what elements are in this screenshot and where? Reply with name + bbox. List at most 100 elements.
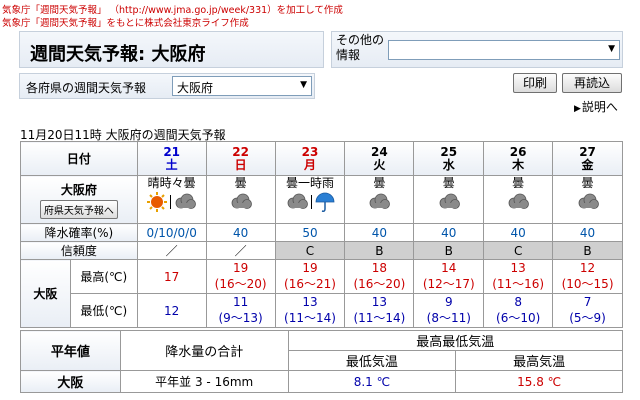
weather-text: 曇 bbox=[373, 176, 386, 190]
min-temp-cell: 11 (9〜13) bbox=[205, 293, 276, 328]
reload-button[interactable]: 再読込 bbox=[562, 73, 622, 93]
min-temp: 11 bbox=[232, 295, 249, 309]
min-temp-cell: 12 bbox=[136, 293, 207, 328]
min-temp-cell: 13 (11〜14) bbox=[344, 293, 415, 328]
cloudy-icon bbox=[508, 193, 530, 209]
other-info-select[interactable]: ▼ bbox=[388, 40, 620, 60]
title-panel: 週間天気予報: 大阪府 bbox=[19, 31, 324, 68]
normals-city: 大阪 bbox=[20, 370, 121, 393]
weather-text: 曇 bbox=[512, 176, 525, 190]
normal-min-value: 8.1 ℃ bbox=[287, 370, 457, 393]
min-temp-range: (11〜14) bbox=[353, 311, 406, 325]
day-name: 日 bbox=[234, 157, 247, 172]
min-temp-range: (6〜10) bbox=[496, 311, 541, 325]
min-temp: 8 bbox=[514, 295, 522, 309]
day-name: 金 bbox=[581, 157, 594, 172]
day-number: 27 bbox=[579, 144, 596, 159]
day-number: 25 bbox=[440, 144, 458, 159]
min-temp-range: (8〜11) bbox=[426, 311, 471, 325]
precip-value: 40 bbox=[552, 223, 623, 242]
forecast-table: 日付 21 土 22 日 23 月 24 火 25 水 26 木 27 金 大阪府 府県天気予… bbox=[20, 141, 623, 328]
normal-precip-value: 平年並 3 - 16mm bbox=[119, 370, 289, 393]
day-number: 23 bbox=[301, 144, 319, 159]
day-name: 木 bbox=[512, 157, 525, 172]
day-name: 土 bbox=[165, 157, 178, 172]
max-temp: 18 bbox=[371, 261, 388, 275]
min-temp: 12 bbox=[164, 303, 180, 318]
min-temp-cell: 13 (11〜14) bbox=[274, 293, 346, 328]
precip-label: 降水確率(%) bbox=[20, 223, 138, 242]
region-cell: 大阪府 府県天気予報へ bbox=[20, 175, 138, 224]
other-info-label: その他の情報 bbox=[336, 33, 385, 62]
chevron-down-icon: ▼ bbox=[300, 80, 307, 90]
precip-value: 40 bbox=[413, 223, 485, 242]
max-temp-range: (16〜20) bbox=[214, 277, 267, 291]
region-name: 大阪府 bbox=[60, 182, 97, 197]
reliability-value: ／ bbox=[205, 241, 276, 260]
precip-value: 50 bbox=[274, 223, 346, 242]
max-temp: 19 bbox=[302, 261, 318, 275]
min-temp: 13 bbox=[302, 295, 318, 309]
weather-text: 曇 bbox=[442, 176, 455, 190]
date-header: 日付 bbox=[20, 141, 138, 176]
day-number: 21 bbox=[163, 144, 181, 159]
min-temp-cell: 8 (6〜10) bbox=[483, 293, 554, 328]
max-temp-range: (16〜20) bbox=[353, 277, 406, 291]
page-title: 週間天気予報: 大阪府 bbox=[30, 44, 206, 65]
max-temp-cell: 18 (16〜20) bbox=[344, 259, 415, 294]
reliability-value: B bbox=[552, 241, 623, 260]
min-temp-cell: 9 (8〜11) bbox=[413, 293, 485, 328]
min-temp: 7 bbox=[583, 295, 592, 309]
normal-max-label: 最高気温 bbox=[455, 350, 623, 371]
print-button[interactable]: 印刷 bbox=[513, 73, 557, 93]
pref-selector-panel: 各府県の週間天気予報 大阪府 ▼ bbox=[19, 73, 315, 99]
max-temp: 12 bbox=[579, 261, 596, 275]
normal-max-value: 15.8 ℃ bbox=[455, 370, 623, 393]
min-temp-range: (9〜13) bbox=[218, 311, 263, 325]
cloudy-icon bbox=[287, 193, 308, 209]
cloudy-icon bbox=[578, 193, 599, 209]
max-temp: 14 bbox=[441, 261, 457, 275]
reliability-value: C bbox=[274, 241, 346, 260]
help-link-text: 説明へ bbox=[581, 100, 618, 114]
city-label: 大阪 bbox=[20, 259, 71, 328]
day-name: 月 bbox=[303, 157, 316, 172]
weather-cell: 曇一時雨 bbox=[274, 175, 346, 224]
max-temp-cell: 19 (16〜21) bbox=[274, 259, 346, 294]
min-temp-range: (5〜9) bbox=[569, 311, 606, 325]
pref-select[interactable]: 大阪府 ▼ bbox=[172, 76, 312, 96]
chevron-down-icon: ▼ bbox=[608, 44, 615, 54]
umbrella-icon bbox=[315, 192, 334, 212]
min-temp-cell: 7 (5〜9) bbox=[552, 293, 623, 328]
cloudy-icon bbox=[231, 193, 252, 209]
day-name: 火 bbox=[373, 157, 386, 172]
weather-text: 曇 bbox=[234, 176, 247, 190]
separator bbox=[170, 195, 172, 209]
day-name: 水 bbox=[442, 157, 455, 172]
temp-normals-label: 最高最低気温 bbox=[287, 330, 624, 351]
weather-cell: 晴時々曇 bbox=[136, 175, 207, 224]
min-temp-label: 最低(℃) bbox=[69, 293, 138, 328]
day-number: 26 bbox=[509, 144, 527, 159]
arrow-right-icon: ▶ bbox=[574, 104, 581, 114]
weather-text: 曇一時雨 bbox=[285, 176, 334, 190]
min-temp: 9 bbox=[444, 295, 453, 309]
reliability-value: B bbox=[413, 241, 485, 260]
precip-value: 40 bbox=[344, 223, 415, 242]
credit-line-2: 気象庁「週間天気予報」をもとに株式会社東京ライフ作成 bbox=[2, 18, 249, 29]
pref-weather-button[interactable]: 府県天気予報へ bbox=[39, 199, 118, 219]
help-link[interactable]: ▶説明へ bbox=[574, 98, 618, 115]
other-info-panel: その他の情報 ▼ bbox=[331, 31, 623, 68]
day-header: 25 水 bbox=[413, 141, 485, 176]
pref-select-value: 大阪府 bbox=[177, 81, 214, 95]
max-temp-cell: 12 (10〜15) bbox=[552, 259, 623, 294]
min-temp-range: (11〜14) bbox=[284, 311, 336, 325]
sunny-icon bbox=[147, 192, 168, 212]
max-temp: 13 bbox=[510, 261, 526, 275]
normals-table: 平年値 降水量の合計 最高最低気温 最低気温 最高気温 大阪 平年並 3 - 1… bbox=[20, 330, 624, 393]
credit-line-1: 気象庁「週間天気予報」 （http://www.jma.go.jp/week/3… bbox=[2, 5, 343, 16]
cloudy-icon bbox=[175, 193, 197, 209]
normal-min-label: 最低気温 bbox=[287, 350, 457, 371]
reliability-value: C bbox=[483, 241, 554, 260]
max-temp-label: 最高(℃) bbox=[69, 259, 138, 294]
